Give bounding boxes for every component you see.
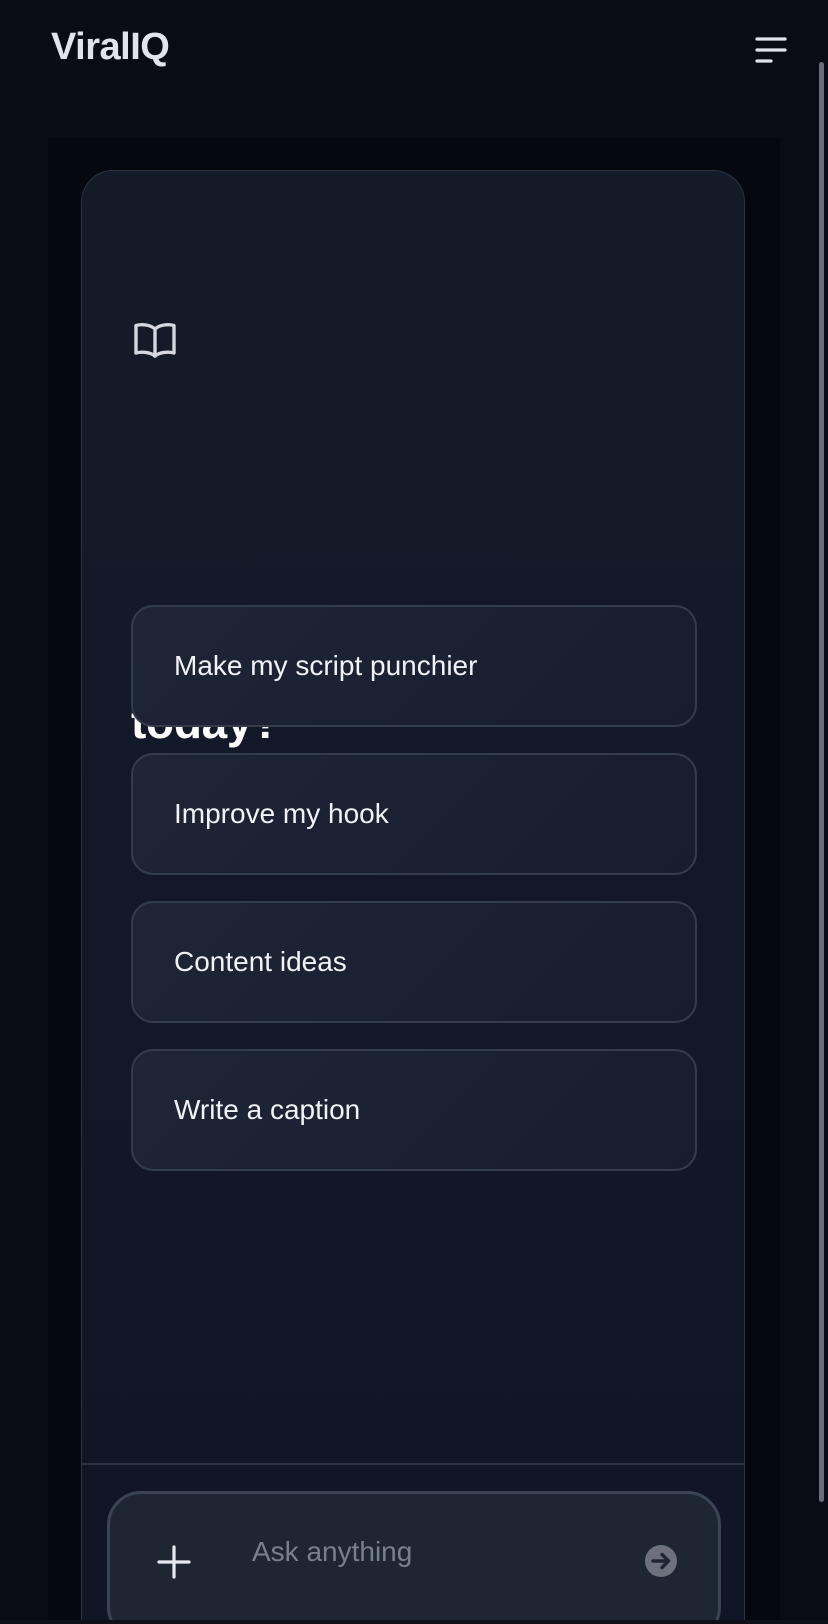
suggestion-content-ideas[interactable]: Content ideas xyxy=(131,901,697,1023)
composer-divider xyxy=(82,1463,744,1465)
suggestion-label: Write a caption xyxy=(174,1094,361,1125)
open-book-icon xyxy=(134,323,176,358)
message-composer xyxy=(107,1491,721,1624)
bottom-edge xyxy=(0,1620,828,1624)
page-scrollbar[interactable] xyxy=(819,62,824,1502)
menu-button[interactable] xyxy=(754,34,788,66)
suggestion-write-caption[interactable]: Write a caption xyxy=(131,1049,697,1171)
suggestion-improve-hook[interactable]: Improve my hook xyxy=(131,753,697,875)
app-screen: ViralIQ What are we cooking up today? Ma… xyxy=(0,0,828,1624)
chat-card: What are we cooking up today? Make my sc… xyxy=(81,170,745,1624)
suggestion-make-script-punchier[interactable]: Make my script punchier xyxy=(131,605,697,727)
hamburger-menu-icon xyxy=(755,37,787,63)
ask-input[interactable] xyxy=(252,1530,612,1574)
add-attachment-button[interactable] xyxy=(156,1544,192,1580)
app-logo[interactable]: ViralIQ xyxy=(51,26,170,69)
suggestion-label: Content ideas xyxy=(174,946,347,977)
plus-icon xyxy=(157,1545,191,1579)
send-button[interactable] xyxy=(644,1544,678,1578)
arrow-right-circle-icon xyxy=(645,1545,677,1577)
top-bar: ViralIQ xyxy=(0,0,828,100)
suggestion-label: Make my script punchier xyxy=(174,650,478,681)
suggestion-label: Improve my hook xyxy=(174,798,389,829)
